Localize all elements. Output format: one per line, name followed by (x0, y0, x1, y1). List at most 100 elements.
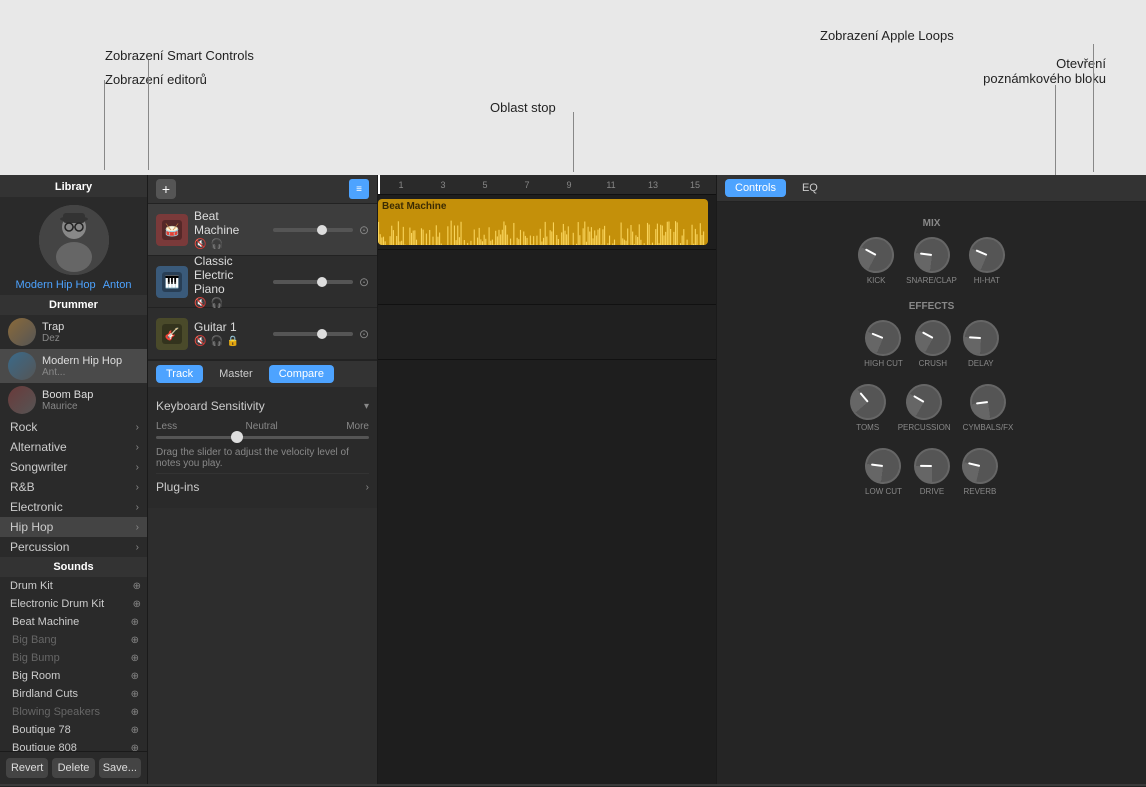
knob-group-high-cut: HIGH CUT (864, 320, 903, 368)
sound-item-big-room[interactable]: Big Room⊕ (0, 667, 147, 685)
keyboard-sensitivity-chevron[interactable]: ▾ (364, 401, 369, 412)
knob-crush[interactable] (908, 314, 957, 363)
save-button[interactable]: Save... (99, 758, 141, 778)
track-more-btn[interactable]: ⊙ (359, 275, 369, 289)
track-fader[interactable] (273, 228, 353, 232)
genre-item-rock[interactable]: Rock› (0, 417, 147, 437)
sound-item-beat-machine[interactable]: Beat Machine⊕ (0, 613, 147, 631)
track-icon: 🥁 (156, 214, 188, 246)
sound-item-big-bump[interactable]: Big Bump⊕ (0, 649, 147, 667)
genre-item-songwriter[interactable]: Songwriter› (0, 457, 147, 477)
knob-group-low-cut: LOW CUT (865, 448, 902, 496)
genre-item-percussion[interactable]: Percussion› (0, 537, 147, 557)
knob-snare-clap[interactable] (911, 235, 951, 275)
sound-add-btn[interactable]: ⊕ (131, 743, 139, 752)
sound-add-btn[interactable]: ⊕ (131, 725, 139, 736)
sc-tab-compare[interactable]: Compare (269, 365, 334, 383)
knob-group-hi-hat: HI-HAT (969, 237, 1005, 285)
knob-toms[interactable] (842, 377, 893, 428)
sc-tab-master[interactable]: Master (209, 365, 263, 383)
drummer-item-boom-bap[interactable]: Boom Bap Maurice (0, 383, 147, 417)
sound-add-btn[interactable]: ⊕ (131, 671, 139, 682)
sensitivity-thumb[interactable] (231, 431, 243, 443)
sound-item-blowing-speakers[interactable]: Blowing Speakers⊕ (0, 703, 147, 721)
headphone-btn[interactable]: 🎧 (210, 298, 222, 309)
sounds-list: Beat Machine⊕Big Bang⊕Big Bump⊕Big Room⊕… (0, 613, 147, 751)
revert-button[interactable]: Revert (6, 758, 48, 778)
knob-kick[interactable] (852, 231, 901, 280)
track-fader-thumb[interactable] (317, 225, 327, 235)
add-track-button[interactable]: + (156, 179, 176, 199)
neutral-label: Neutral (246, 421, 278, 432)
genre-item-electronic[interactable]: Electronic› (0, 497, 147, 517)
sound-add-btn[interactable]: ⊕ (131, 617, 139, 628)
sound-item-big-bang[interactable]: Big Bang⊕ (0, 631, 147, 649)
sound-category-electronic-drum-kit[interactable]: Electronic Drum Kit⊕ (0, 595, 147, 613)
lock-btn[interactable]: 🔒 (227, 336, 239, 347)
drummer-item-trap[interactable]: Trap Dez (0, 315, 147, 349)
sc-tab-track[interactable]: Track (156, 365, 203, 383)
headphone-btn[interactable]: 🎧 (210, 336, 222, 347)
track-more-btn[interactable]: ⊙ (359, 223, 369, 237)
mute-btn[interactable]: 🔇 (194, 239, 206, 250)
sound-item-birdland-cuts[interactable]: Birdland Cuts⊕ (0, 685, 147, 703)
sound-item-boutique-808[interactable]: Boutique 808⊕ (0, 739, 147, 751)
effects-section-2: LOW CUT DRIVE REVERB (725, 440, 1138, 504)
knob-drive[interactable] (914, 448, 950, 484)
track-more-btn[interactable]: ⊙ (359, 327, 369, 341)
effects-knobs: HIGH CUT CRUSH DELAY (733, 320, 1130, 368)
knob-cymbals-fx[interactable] (968, 382, 1008, 422)
beat-machine-region[interactable]: Beat Machine (378, 199, 708, 245)
track-row-guitar-1[interactable]: 🎸 Guitar 1 🔇 🎧 🔒 ⊙ (148, 308, 377, 360)
knob-low-cut[interactable] (863, 446, 903, 486)
genre-item-hip-hop[interactable]: Hip Hop› (0, 517, 147, 537)
plugins-chevron[interactable]: › (366, 482, 369, 493)
knob-delay[interactable] (962, 319, 1000, 357)
track-fader[interactable] (273, 332, 353, 336)
drummer-sub: Maurice (42, 401, 93, 412)
add-sound-btn[interactable]: ⊕ (133, 599, 141, 610)
sound-category-drum-kit[interactable]: Drum Kit⊕ (0, 577, 147, 595)
track-fader[interactable] (273, 280, 353, 284)
annotation-area: Zobrazení Smart Controls Zobrazení edito… (0, 0, 1146, 175)
mix-title: MIX (733, 218, 1130, 229)
knob-group-cymbals-fx: CYMBALS/FX (963, 384, 1014, 432)
chevron-icon: › (136, 422, 139, 433)
stop-area-line (573, 112, 574, 172)
mute-btn[interactable]: 🔇 (194, 298, 206, 309)
sound-item-boutique-78[interactable]: Boutique 78⊕ (0, 721, 147, 739)
library-avatar-section: Modern Hip Hop Anton (0, 197, 147, 295)
ruler-mark-15: 15 (674, 180, 716, 190)
rp-tab-eq[interactable]: EQ (792, 179, 828, 197)
rp-tab-controls[interactable]: Controls (725, 179, 786, 197)
knob-percussion[interactable] (900, 377, 949, 426)
plugins-label: Plug-ins (156, 480, 199, 494)
sc-content: Keyboard Sensitivity ▾ Less Neutral More (148, 387, 377, 508)
track-options-button[interactable]: ≡ (349, 179, 369, 199)
add-sound-btn[interactable]: ⊕ (133, 581, 141, 592)
headphone-btn[interactable]: 🎧 (210, 239, 222, 250)
drummer-sub: Dez (42, 333, 64, 344)
track-fader-thumb[interactable] (317, 277, 327, 287)
sound-add-btn[interactable]: ⊕ (131, 635, 139, 646)
knob-reverb[interactable] (958, 444, 1001, 487)
sound-add-btn[interactable]: ⊕ (131, 689, 139, 700)
sound-add-btn[interactable]: ⊕ (131, 707, 139, 718)
knob-high-cut[interactable] (860, 315, 907, 362)
chevron-icon: › (136, 522, 139, 533)
genre-item-r-b[interactable]: R&B› (0, 477, 147, 497)
drummer-item-modern-hip-hop[interactable]: Modern Hip Hop Ant... (0, 349, 147, 383)
track-row-classic-electric-piano[interactable]: 🎹 Classic Electric Piano 🔇 🎧 ⊙ (148, 256, 377, 308)
mute-btn[interactable]: 🔇 (194, 336, 206, 347)
knob-hi-hat[interactable] (963, 231, 1010, 278)
mix-knobs-2: TOMS PERCUSSION CYMBALS/FX (733, 384, 1130, 432)
genre-item-alternative[interactable]: Alternative› (0, 437, 147, 457)
sound-add-btn[interactable]: ⊕ (131, 653, 139, 664)
delete-button[interactable]: Delete (52, 758, 94, 778)
waveform (378, 214, 708, 245)
drummer-avatar (8, 386, 36, 414)
track-fader-thumb[interactable] (317, 329, 327, 339)
sensitivity-slider[interactable] (156, 436, 369, 439)
tracks-header: + ≡ (148, 175, 377, 204)
track-row-beat-machine[interactable]: 🥁 Beat Machine 🔇 🎧 ⊙ (148, 204, 377, 256)
